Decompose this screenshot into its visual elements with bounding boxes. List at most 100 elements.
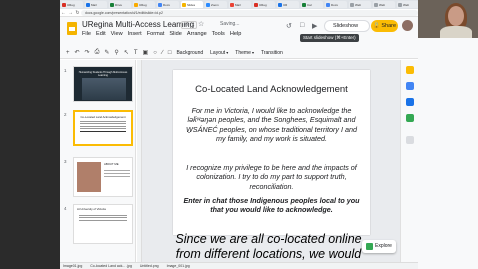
browser-tab[interactable]: UReg	[253, 1, 275, 8]
slides-header: URegina Multi-Access Learning PPTX ☆ Sav…	[60, 17, 418, 47]
explore-button[interactable]: Explore	[362, 240, 396, 253]
document-title[interactable]: URegina Multi-Access Learning	[82, 20, 194, 29]
tab-label: Web	[379, 2, 386, 7]
thumb-text-line	[80, 130, 126, 132]
browser-tab[interactable]: Web	[349, 1, 371, 8]
star-icon[interactable]: ☆	[198, 20, 204, 28]
browser-tab[interactable]: Docs	[325, 1, 347, 8]
browser-tab[interactable]: Zoom	[205, 1, 227, 8]
video-call-icon[interactable]: ▶	[312, 22, 317, 30]
download-item[interactable]: Image_001.jpg	[167, 264, 190, 268]
slides-logo-icon[interactable]	[67, 22, 77, 35]
slide-thumbnail-4[interactable]: At University of Victoria	[73, 204, 133, 244]
line-icon[interactable]: ∕	[162, 50, 163, 56]
browser-tab[interactable]: Drive	[109, 1, 131, 8]
contacts-icon[interactable]	[406, 98, 414, 106]
browser-tab[interactable]: Mail	[229, 1, 251, 8]
download-item[interactable]: Image01.jpg	[63, 264, 82, 268]
thumb-text-line	[80, 123, 126, 124]
redo-icon[interactable]: ↷	[85, 49, 90, 56]
forward-icon[interactable]: →	[67, 10, 74, 16]
slide-thumbnail-3[interactable]: ABOUT ME	[73, 157, 133, 197]
slide-thumbnail-1[interactable]: Humanizing Students Through Multi-Access…	[73, 66, 133, 102]
webcam-video	[418, 0, 478, 38]
favicon-icon	[254, 2, 258, 7]
browser-tab[interactable]: Cal	[301, 1, 323, 8]
saving-status: Saving...	[220, 21, 240, 27]
slide-paragraph-3[interactable]: Enter in chat those Indigenous peoples l…	[183, 196, 360, 215]
slide-paragraph-2[interactable]: I recognize my privilege to be here and …	[183, 163, 360, 191]
browser-tab[interactable]: Web	[373, 1, 395, 8]
select-icon[interactable]: ↖	[124, 49, 129, 56]
thumb-text-line	[80, 125, 126, 127]
theme-button[interactable]: Theme	[235, 50, 254, 56]
url-field[interactable]: docs.google.com/presentation/d/1/edit#sl…	[81, 9, 418, 16]
tasks-icon[interactable]	[406, 82, 414, 90]
add-on-icon[interactable]	[406, 136, 414, 144]
thumb-title: ABOUT ME	[104, 162, 119, 166]
back-icon[interactable]: ←	[60, 10, 67, 16]
address-bar: ← → ↻ docs.google.com/presentation/d/1/e…	[60, 9, 418, 17]
menu-slide[interactable]: Slide	[169, 31, 181, 37]
browser-tab[interactable]: Slides	[181, 1, 203, 8]
slideshow-tooltip: Start slideshow (⌘+Enter)	[300, 34, 359, 42]
comment-add-icon[interactable]: □	[168, 50, 172, 56]
undo-icon[interactable]: ↶	[75, 49, 80, 56]
paint-format-icon[interactable]: ✎	[104, 49, 109, 56]
thumb-text-line	[104, 176, 130, 177]
person-face	[448, 6, 464, 26]
browser-tab[interactable]: Mail	[85, 1, 107, 8]
menu-edit[interactable]: Edit	[96, 31, 106, 37]
current-slide[interactable]: Co-Located Land Acknowledgement For me i…	[173, 70, 370, 235]
text-box-icon[interactable]: T	[134, 50, 138, 56]
history-icon[interactable]: ↺	[286, 22, 292, 30]
add-slide-icon[interactable]: +	[66, 50, 70, 56]
favicon-icon	[62, 2, 66, 7]
favicon-icon	[230, 2, 234, 7]
slide-thumbnail-2[interactable]: Co-Located Land Acknowledgement	[73, 110, 133, 146]
image-icon[interactable]: ▣	[143, 49, 149, 56]
menu-insert[interactable]: Insert	[128, 31, 142, 37]
tab-label: Web	[403, 2, 410, 7]
browser-tab[interactable]: Docs	[157, 1, 179, 8]
slideshow-button[interactable]: Slideshow	[324, 20, 370, 32]
slide-title[interactable]: Co-Located Land Acknowledgement	[173, 84, 370, 95]
desktop-right-gutter	[418, 38, 478, 269]
browser-tab-strip: UReg Mail Drive UReg Docs Slides Zoom Mail UReg U…	[60, 0, 418, 9]
menu-tools[interactable]: Tools	[212, 31, 225, 37]
favicon-icon	[398, 2, 402, 7]
download-item[interactable]: Untitled.png	[140, 264, 159, 268]
explore-label: Explore	[375, 243, 392, 249]
comment-icon[interactable]: □	[300, 22, 304, 29]
menu-format[interactable]: Format	[147, 31, 165, 37]
reload-icon[interactable]: ↻	[74, 10, 81, 16]
browser-tab[interactable]: UReg	[61, 1, 83, 8]
thumb-title: At University of Victoria	[77, 207, 106, 211]
tab-label: Web	[355, 2, 362, 7]
keep-icon[interactable]	[406, 66, 414, 74]
menu-help[interactable]: Help	[230, 31, 242, 37]
browser-tab[interactable]: UR	[277, 1, 299, 8]
shape-icon[interactable]: ○	[153, 50, 157, 56]
tab-label: UReg	[259, 2, 267, 7]
tab-label: Docs	[163, 2, 170, 7]
share-button[interactable]: 🔒 Share	[371, 20, 398, 32]
favicon-icon	[134, 2, 138, 7]
transition-button[interactable]: Transition	[261, 50, 283, 56]
menu-arrange[interactable]: Arrange	[187, 31, 207, 37]
maps-icon[interactable]	[406, 114, 414, 122]
avatar[interactable]	[402, 20, 413, 31]
menu-file[interactable]: File	[82, 31, 91, 37]
background-button[interactable]: Background	[176, 50, 203, 56]
slide-paragraph-1[interactable]: For me in Victoria, I would like to ackn…	[183, 106, 360, 144]
zoom-icon[interactable]: ⚲	[114, 49, 118, 56]
download-item[interactable]: Co-located Land ack... .jpg	[90, 264, 132, 268]
browser-tab[interactable]: Web	[397, 1, 418, 8]
favicon-icon	[206, 2, 210, 7]
print-icon[interactable]: ⎙	[95, 49, 100, 56]
menu-view[interactable]: View	[111, 31, 123, 37]
thumb-text-line	[80, 120, 126, 122]
tab-label: UReg	[67, 2, 75, 7]
layout-dropdown[interactable]: Layout	[210, 50, 228, 56]
browser-tab[interactable]: UReg	[133, 1, 155, 8]
